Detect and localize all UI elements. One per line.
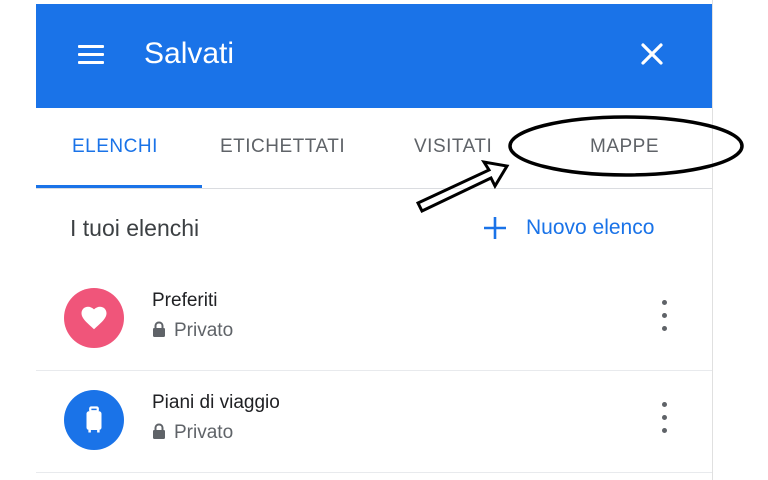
tab-elenchi[interactable]: ELENCHI (72, 136, 158, 158)
list-item-preferiti[interactable]: Preferiti Privato (36, 270, 712, 371)
tab-mappe[interactable]: MAPPE (590, 136, 659, 158)
privacy-label: Privato (174, 320, 234, 341)
list-name: Preferiti (152, 290, 218, 311)
header-bar: Salvati (36, 4, 712, 108)
page-title: Salvati (144, 37, 235, 70)
tab-visitati[interactable]: VISITATI (414, 136, 492, 158)
more-options-icon[interactable] (656, 400, 674, 436)
lock-icon (153, 321, 165, 337)
close-icon[interactable] (636, 38, 668, 70)
plus-icon (484, 217, 506, 239)
tab-etichettati[interactable]: ETICHETTATI (220, 136, 345, 158)
map-background-edge (712, 0, 768, 480)
privacy-label: Privato (174, 422, 234, 443)
new-list-label: Nuovo elenco (526, 216, 655, 239)
luggage-icon (64, 390, 124, 450)
tab-bar: ELENCHI ETICHETTATI VISITATI MAPPE (36, 108, 712, 189)
heart-icon (64, 288, 124, 348)
section-title: I tuoi elenchi (70, 215, 200, 241)
privacy-status: Privato (152, 320, 233, 342)
lock-icon (153, 423, 165, 439)
list-item-piani-di-viaggio[interactable]: Piani di viaggio Privato (36, 372, 712, 473)
privacy-status: Privato (152, 422, 233, 444)
list-name: Piani di viaggio (152, 392, 280, 413)
more-options-icon[interactable] (656, 298, 674, 334)
saved-panel: Salvati ELENCHI ETICHETTATI VISITATI MAP… (36, 4, 712, 480)
hamburger-menu-icon[interactable] (74, 40, 110, 70)
active-tab-indicator (36, 185, 202, 188)
